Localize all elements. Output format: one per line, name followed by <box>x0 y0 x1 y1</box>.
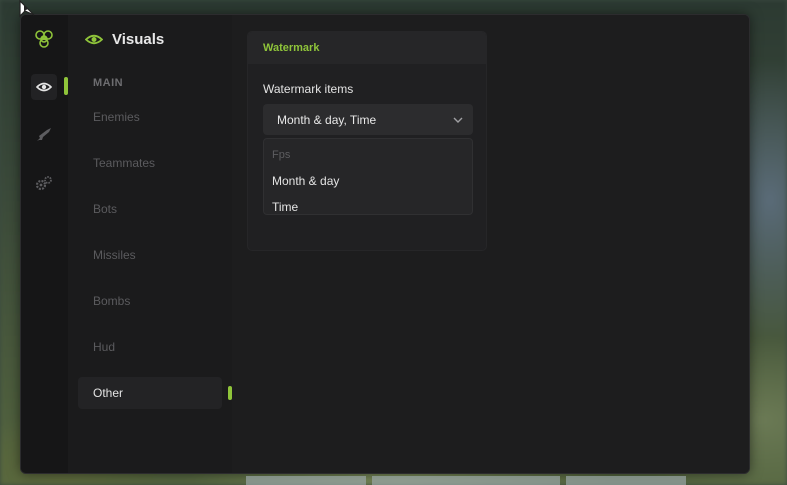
watermark-items-dropdown: Fps Month & day Time <box>263 138 473 215</box>
chevron-down-icon <box>453 117 463 123</box>
cheat-menu-window: Visuals MAIN Enemies Teammates Bots Miss… <box>20 14 750 474</box>
option-time[interactable]: Time <box>264 194 472 220</box>
icon-rail <box>21 15 68 473</box>
rail-weapons-button[interactable] <box>31 122 57 148</box>
nav-item-hud[interactable]: Hud <box>78 331 222 363</box>
watermark-panel: Watermark Watermark items Month & day, T… <box>247 31 487 251</box>
section-label: MAIN <box>93 77 124 89</box>
nav-item-teammates[interactable]: Teammates <box>78 147 222 179</box>
page-title: Visuals <box>112 31 165 48</box>
option-fps[interactable]: Fps <box>264 142 472 168</box>
eye-icon <box>85 34 103 45</box>
background-hud-strip <box>566 476 686 485</box>
rail-settings-button[interactable] <box>31 170 57 196</box>
rifle-icon <box>37 128 51 141</box>
rail-visuals-button[interactable] <box>31 74 57 100</box>
biohazard-icon <box>35 30 53 48</box>
subnav-header: Visuals <box>85 31 164 48</box>
nav-item-other[interactable]: Other <box>78 377 222 409</box>
background-hud-strip <box>372 476 560 485</box>
nav-item-missiles[interactable]: Missiles <box>78 239 222 271</box>
eye-icon <box>36 82 52 92</box>
nav-item-enemies[interactable]: Enemies <box>78 101 222 133</box>
watermark-items-select[interactable]: Month & day, Time <box>263 104 473 135</box>
content-area: Watermark Watermark items Month & day, T… <box>232 15 749 473</box>
nav-item-bombs[interactable]: Bombs <box>78 285 222 317</box>
nav-item-bots[interactable]: Bots <box>78 193 222 225</box>
select-value: Month & day, Time <box>277 112 377 127</box>
watermark-items-label: Watermark items <box>263 82 354 96</box>
background-hud-strip <box>246 476 366 485</box>
gears-icon <box>35 176 52 191</box>
mouse-cursor-icon <box>19 0 35 18</box>
panel-header: Watermark <box>248 32 486 64</box>
sub-navigation: Visuals MAIN Enemies Teammates Bots Miss… <box>68 15 232 473</box>
option-month-day[interactable]: Month & day <box>264 168 472 194</box>
